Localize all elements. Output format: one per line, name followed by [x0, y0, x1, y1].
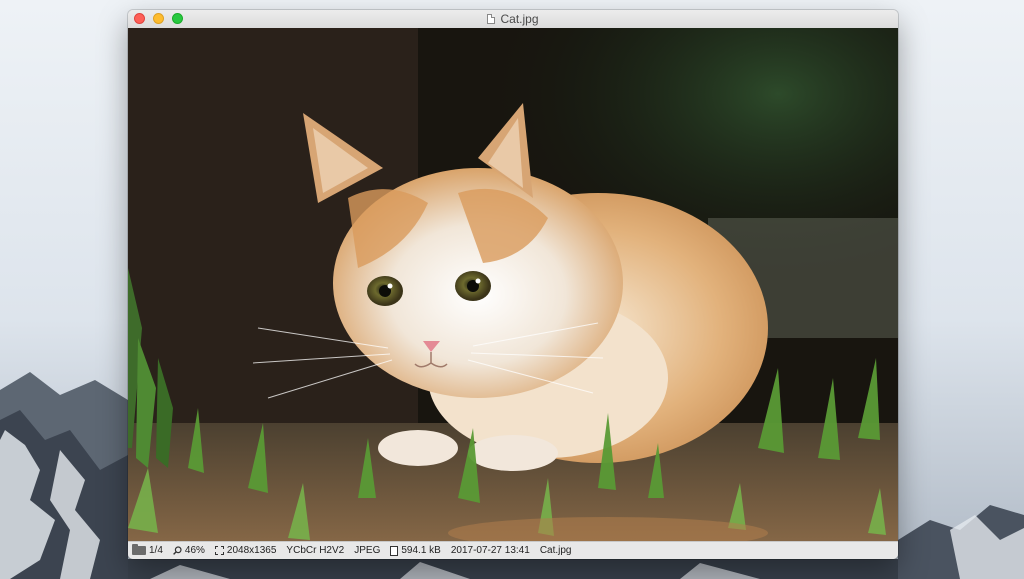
position-text: 1/4 [149, 545, 163, 556]
status-colorspace: YCbCr H2V2 [286, 545, 344, 556]
zoom-button-icon[interactable] [172, 13, 183, 24]
zoom-text: 46% [184, 545, 205, 556]
filesize-text: 594.1 kB [401, 545, 441, 556]
status-dimensions: 2048x1365 [214, 545, 277, 556]
window-controls [134, 13, 183, 24]
window-title-group: Cat.jpg [487, 12, 539, 26]
status-filename: Cat.jpg [540, 545, 572, 556]
close-button-icon[interactable] [134, 13, 145, 24]
filename-text: Cat.jpg [539, 545, 572, 556]
folder-icon [132, 544, 146, 555]
dimensions-text: 2048x1365 [226, 545, 277, 556]
format-text: JPEG [354, 545, 381, 556]
minimize-button-icon[interactable] [153, 13, 164, 24]
status-datetime: 2017-07-27 13:41 [451, 545, 530, 556]
document-icon [487, 14, 496, 24]
dimensions-icon [214, 546, 224, 555]
file-icon [390, 545, 399, 556]
image-canvas[interactable] [128, 28, 898, 552]
magnifier-icon [173, 546, 182, 555]
colorspace-text: YCbCr H2V2 [286, 545, 345, 556]
window-title: Cat.jpg [500, 12, 539, 26]
status-position[interactable]: 1/4 [132, 544, 163, 556]
cat-photo [128, 28, 898, 552]
status-bar: 1/4 46% 2048x1365 YCbCr H2V2 JPEG 594.1 … [128, 541, 898, 559]
status-zoom[interactable]: 46% [173, 545, 205, 556]
datetime-text: 2017-07-27 13:41 [450, 545, 530, 556]
status-format: JPEG [354, 545, 380, 556]
image-viewer-window: Cat.jpg 1/4 46% 2048x1365 YCbCr H2V2 JPE… [128, 10, 898, 559]
status-filesize: 594.1 kB [390, 545, 441, 556]
title-bar[interactable]: Cat.jpg [128, 10, 898, 29]
